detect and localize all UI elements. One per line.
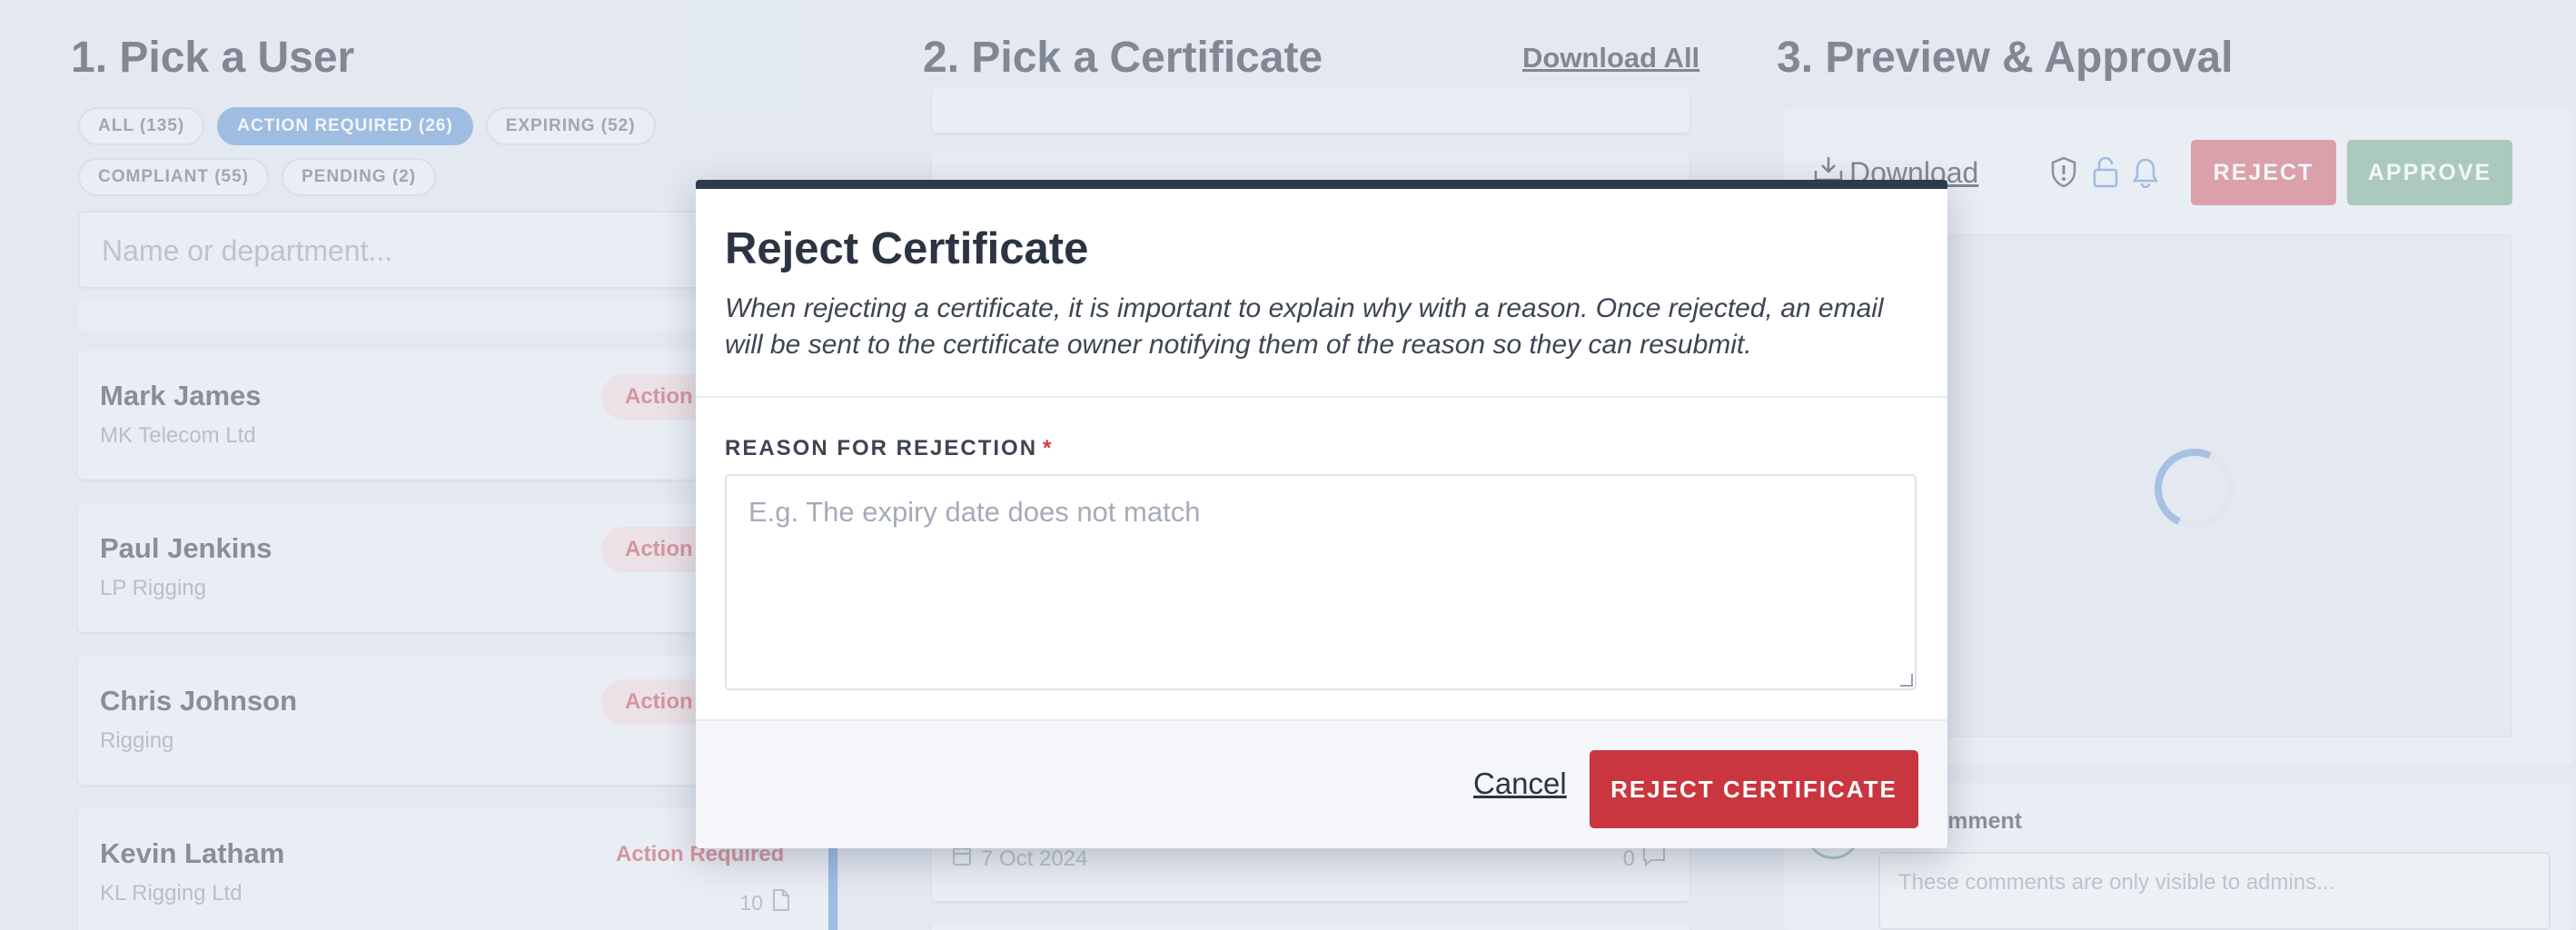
modal-description: When rejecting a certificate, it is impo… [725, 293, 1884, 360]
reject-certificate-button[interactable]: REJECT CERTIFICATE [1590, 750, 1918, 828]
reason-field-label: REASON FOR REJECTION * [725, 436, 1053, 461]
reason-field-label-text: REASON FOR REJECTION [725, 436, 1038, 460]
cancel-button[interactable]: Cancel [1473, 767, 1567, 801]
rejection-reason-textarea[interactable] [725, 474, 1917, 690]
resize-handle-icon[interactable] [1900, 674, 1913, 687]
modal-footer: Cancel REJECT CERTIFICATE [696, 719, 1947, 848]
divider [696, 396, 1947, 398]
modal-title: Reject Certificate [725, 224, 1089, 273]
required-mark: * [1043, 436, 1054, 460]
reject-certificate-modal: Reject Certificate When rejecting a cert… [696, 180, 1947, 848]
